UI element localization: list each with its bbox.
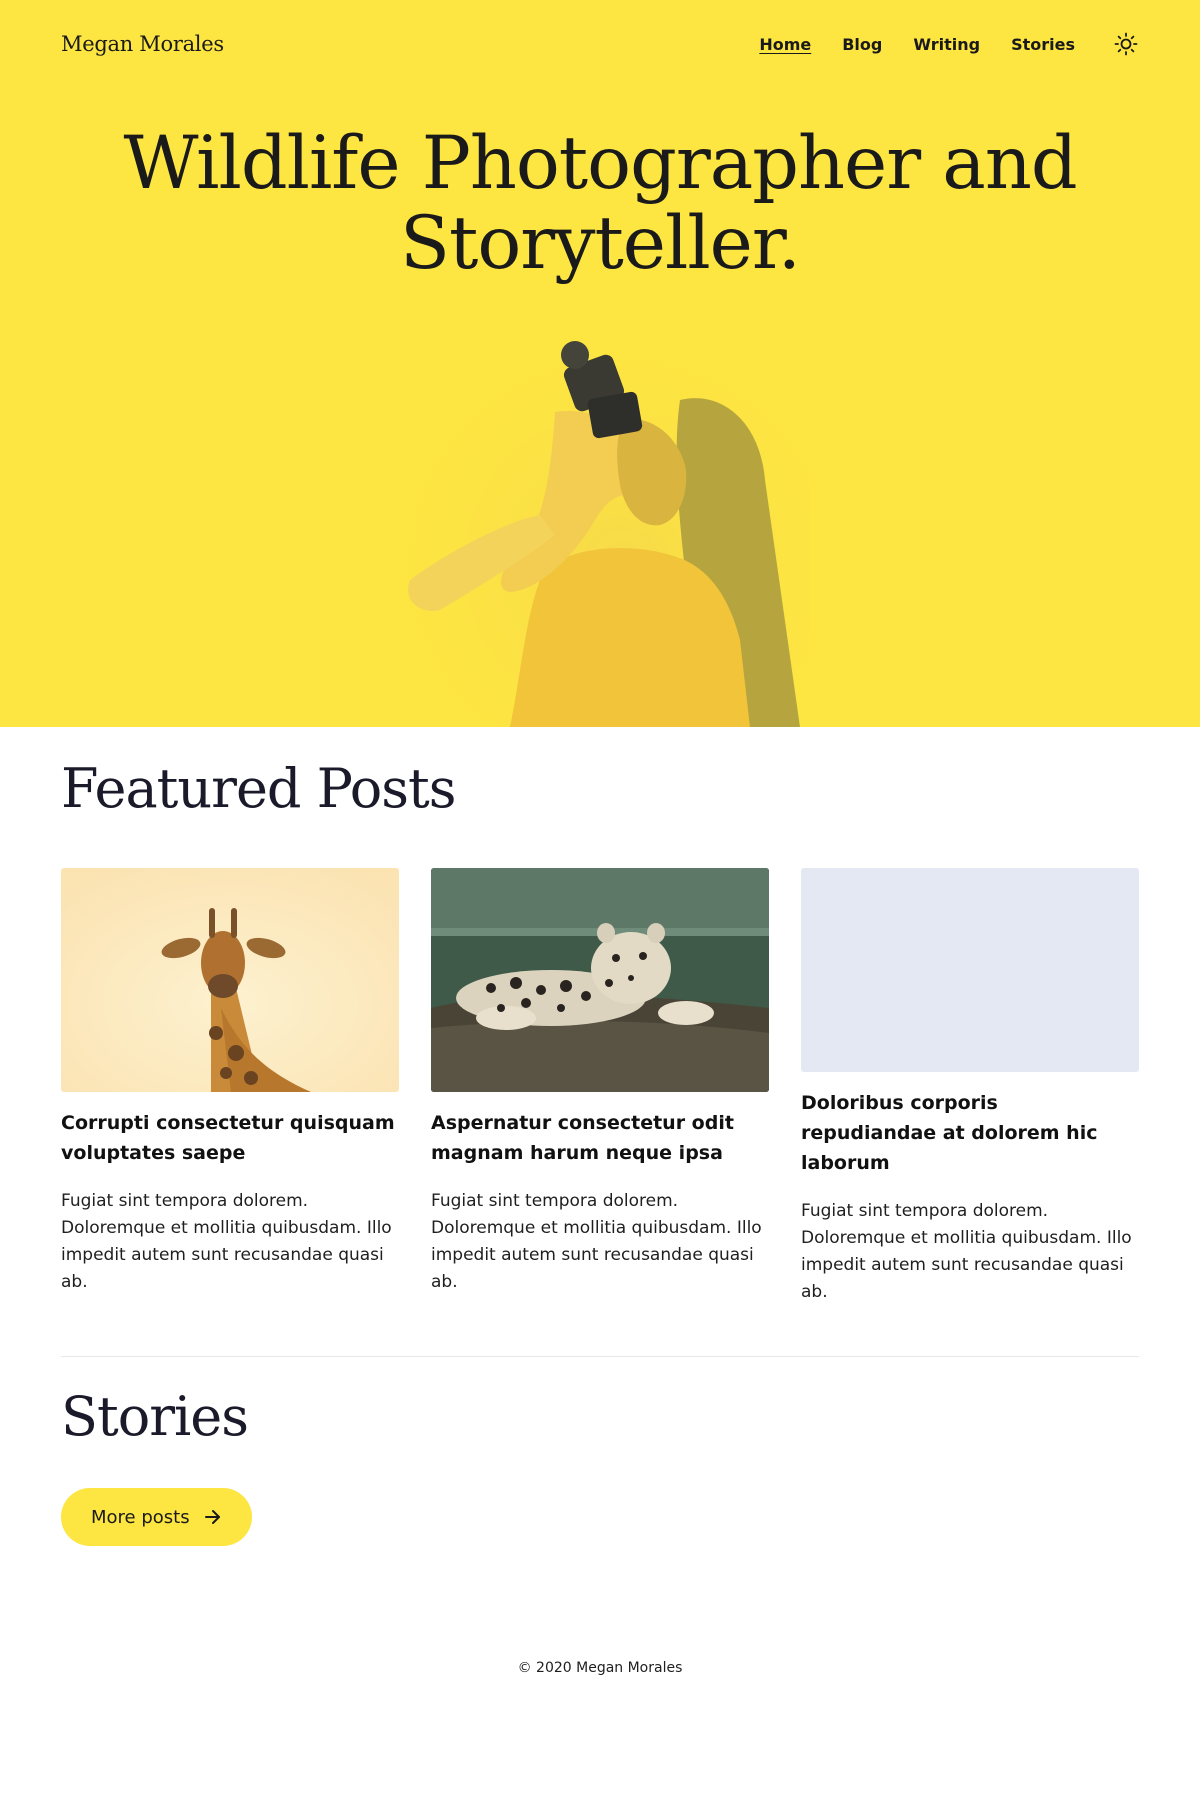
footer: © 2020 Megan Morales <box>0 1660 1200 1676</box>
hero-title: Wildlife Photographer and Storyteller. <box>0 124 1200 284</box>
post-image-placeholder[interactable] <box>801 868 1139 1072</box>
nav-menu: Home Blog Writing Stories <box>728 31 1139 57</box>
giraffe-photo[interactable] <box>61 868 399 1092</box>
nav-item-blog[interactable]: Blog <box>842 35 882 54</box>
leopard-photo[interactable] <box>431 868 769 1092</box>
theme-toggle-button[interactable] <box>1113 31 1139 57</box>
nav-item-writing[interactable]: Writing <box>913 35 980 54</box>
hero-title-line2: Storyteller. <box>400 201 801 286</box>
more-posts-button[interactable]: More posts <box>61 1488 252 1546</box>
post-title[interactable]: Corrupti consectetur quisquam voluptates… <box>61 1108 399 1168</box>
hero: Megan Morales Home Blog Writing Stories <box>0 0 1200 727</box>
copyright-text: © 2020 Megan Morales <box>517 1660 683 1676</box>
top-nav: Megan Morales Home Blog Writing Stories <box>61 24 1139 64</box>
post-card[interactable]: Corrupti consectetur quisquam voluptates… <box>61 868 399 1306</box>
featured-posts-section: Featured Posts <box>61 757 1139 820</box>
post-card[interactable]: Doloribus corporis repudiandae at dolore… <box>801 868 1139 1306</box>
featured-posts-title: Featured Posts <box>61 757 456 820</box>
stories-title: Stories <box>61 1385 249 1448</box>
post-excerpt: Fugiat sint tempora dolorem. Doloremque … <box>801 1201 1132 1302</box>
featured-posts-grid: Corrupti consectetur quisquam voluptates… <box>61 868 1139 1306</box>
photographer-image <box>390 320 810 727</box>
post-card[interactable]: Aspernatur consectetur odit magnam harum… <box>431 868 769 1306</box>
arrow-right-icon <box>204 1510 220 1524</box>
hero-title-line1: Wildlife Photographer and <box>123 121 1077 206</box>
post-excerpt: Fugiat sint tempora dolorem. Doloremque … <box>61 1191 392 1292</box>
nav-item-stories[interactable]: Stories <box>1011 35 1075 54</box>
stories-section: Stories More posts <box>61 1385 1139 1546</box>
sun-icon <box>1114 32 1138 56</box>
nav-item-home[interactable]: Home <box>759 35 811 54</box>
post-title[interactable]: Doloribus corporis repudiandae at dolore… <box>801 1088 1139 1178</box>
more-posts-label: More posts <box>91 1506 190 1528</box>
post-excerpt: Fugiat sint tempora dolorem. Doloremque … <box>431 1191 762 1292</box>
section-divider <box>61 1356 1139 1357</box>
site-brand[interactable]: Megan Morales <box>61 32 224 56</box>
post-title[interactable]: Aspernatur consectetur odit magnam harum… <box>431 1108 769 1168</box>
